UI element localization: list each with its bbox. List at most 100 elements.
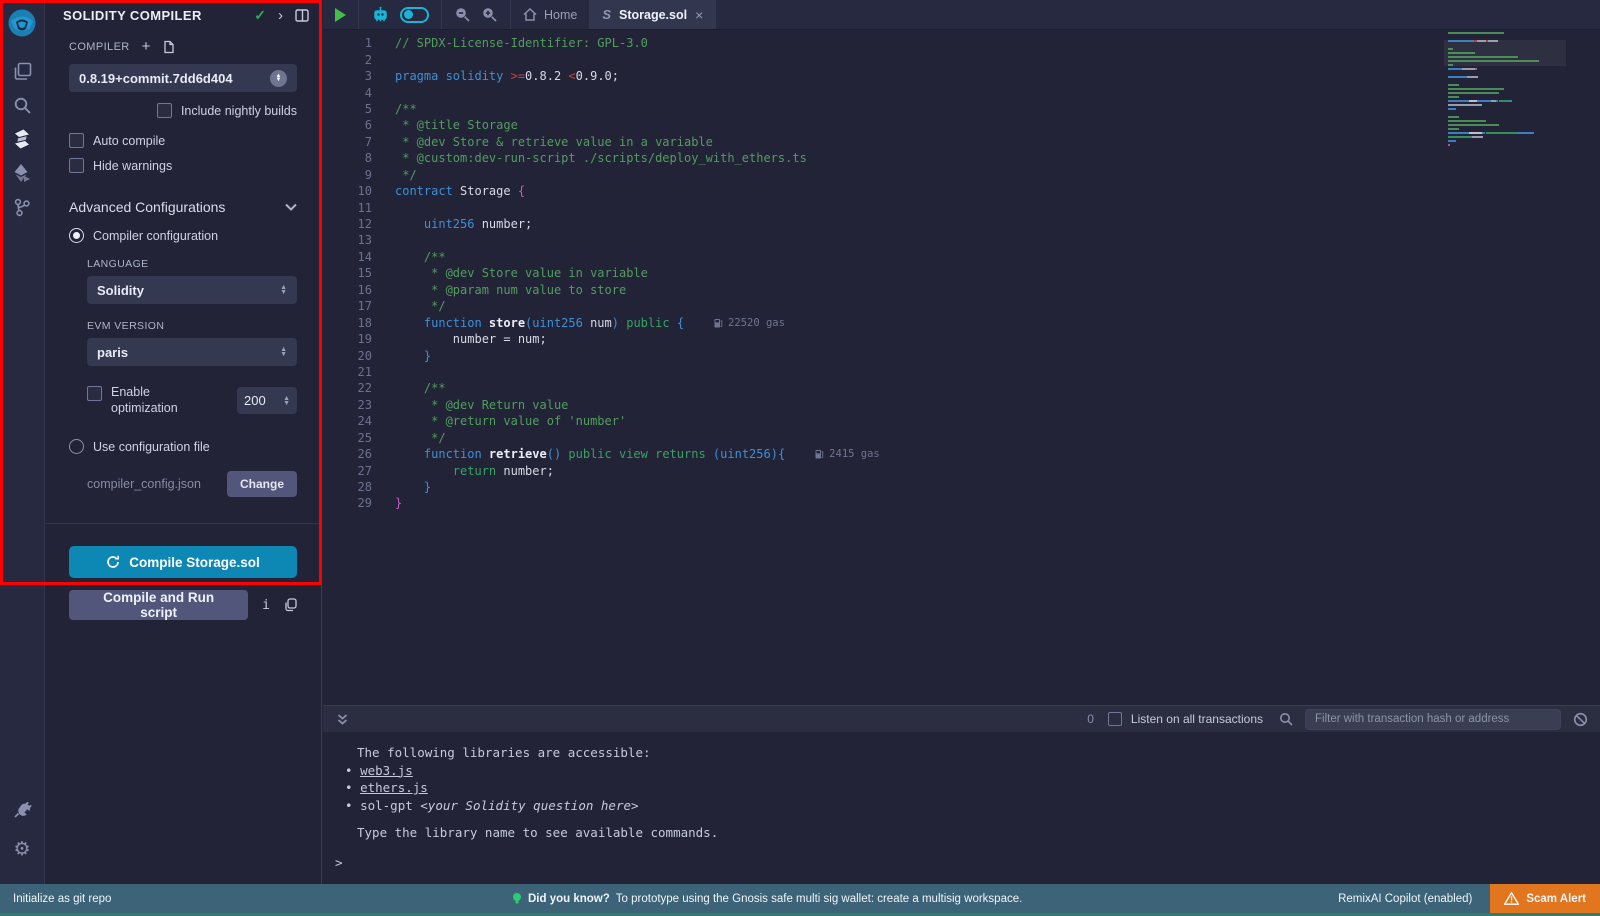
compiler-configuration-radio[interactable] bbox=[69, 228, 84, 243]
code-text: * @title Storage bbox=[372, 118, 518, 132]
ai-robot-icon[interactable] bbox=[371, 6, 390, 23]
search-icon[interactable] bbox=[0, 88, 45, 122]
zoom-section bbox=[442, 0, 511, 29]
version-stepper-icon[interactable]: ▲▼ bbox=[270, 70, 287, 87]
run-compile-chevron-icon[interactable]: › bbox=[278, 8, 283, 23]
terminal-line: The following libraries are accessible: bbox=[335, 744, 1600, 762]
zoom-out-icon[interactable] bbox=[454, 6, 471, 23]
line-number: 13 bbox=[323, 233, 372, 247]
runs-stepper-icon[interactable]: ▲▼ bbox=[283, 396, 290, 406]
code-line: 18 function store(uint256 num) public {2… bbox=[323, 314, 1600, 330]
code-text: * @dev Store & retrieve value in a varia… bbox=[372, 135, 713, 149]
lightbulb-icon bbox=[512, 892, 522, 906]
file-explorer-icon[interactable] bbox=[0, 54, 45, 88]
code-editor[interactable]: 1// SPDX-License-Identifier: GPL-3.023pr… bbox=[323, 30, 1600, 705]
solidity-compiler-icon[interactable] bbox=[0, 122, 45, 156]
gas-pump-icon bbox=[815, 449, 824, 459]
tip-bold: Did you know? bbox=[528, 893, 610, 905]
home-icon bbox=[523, 8, 537, 21]
line-number: 27 bbox=[323, 464, 372, 478]
listen-transactions-checkbox[interactable] bbox=[1108, 712, 1122, 726]
compiler-version-select[interactable]: 0.8.19+commit.7dd6d404 ▲▼ bbox=[69, 64, 297, 92]
code-text: /** bbox=[372, 381, 446, 395]
use-configuration-file-radio[interactable] bbox=[69, 439, 84, 454]
line-number: 2 bbox=[323, 53, 372, 67]
nightly-builds-checkbox[interactable] bbox=[157, 103, 172, 118]
minimap[interactable] bbox=[1448, 32, 1562, 148]
git-icon[interactable] bbox=[0, 190, 45, 224]
pin-panel-icon[interactable] bbox=[295, 9, 309, 22]
compile-button[interactable]: Compile Storage.sol bbox=[69, 546, 297, 578]
import-compiler-icon[interactable] bbox=[162, 40, 175, 54]
editor-topbar: Home S Storage.sol × bbox=[323, 0, 1600, 30]
enable-optimization-checkbox[interactable] bbox=[87, 386, 102, 401]
compile-success-check-icon: ✓ bbox=[254, 7, 266, 24]
line-number: 9 bbox=[323, 168, 372, 182]
terminal-library-link[interactable]: web3.js bbox=[335, 762, 1600, 780]
terminal-library-link[interactable]: ethers.js bbox=[335, 779, 1600, 797]
line-number: 21 bbox=[323, 365, 372, 379]
advanced-configurations-label: Advanced Configurations bbox=[69, 199, 285, 215]
code-line: 7 * @dev Store & retrieve value in a var… bbox=[323, 134, 1600, 150]
line-number: 11 bbox=[323, 201, 372, 215]
code-text: } bbox=[372, 496, 402, 510]
compiler-version-value: 0.8.19+commit.7dd6d404 bbox=[79, 71, 270, 86]
close-tab-icon[interactable]: × bbox=[695, 7, 703, 23]
terminal-prompt[interactable]: > bbox=[335, 855, 343, 870]
optimization-runs-input[interactable]: 200 ▲▼ bbox=[237, 387, 297, 414]
clear-console-icon[interactable] bbox=[1573, 712, 1588, 727]
deploy-run-icon[interactable] bbox=[0, 156, 45, 190]
warning-icon bbox=[1504, 892, 1519, 905]
code-line: 15 * @dev Store value in variable bbox=[323, 265, 1600, 281]
evm-version-value: paris bbox=[97, 345, 280, 360]
remix-ide-window: ⚙ SOLIDITY COMPILER ✓ › COMPILER + bbox=[0, 0, 1600, 916]
collapse-terminal-icon[interactable] bbox=[336, 713, 349, 726]
refresh-icon bbox=[106, 555, 120, 569]
statusbar-right: RemixAI Copilot (enabled) Scam Alert bbox=[1338, 884, 1600, 913]
code-text: // SPDX-License-Identifier: GPL-3.0 bbox=[372, 36, 648, 50]
plugin-manager-icon[interactable] bbox=[0, 792, 45, 826]
change-config-button[interactable]: Change bbox=[227, 471, 297, 497]
search-transactions-icon[interactable] bbox=[1279, 712, 1293, 726]
line-number: 6 bbox=[323, 118, 372, 132]
code-line: 9 */ bbox=[323, 167, 1600, 183]
code-text: * @return value of 'number' bbox=[372, 414, 626, 428]
copilot-toggle[interactable] bbox=[400, 7, 429, 23]
line-number: 7 bbox=[323, 135, 372, 149]
line-number: 15 bbox=[323, 266, 372, 280]
select-carets-icon: ▲▼ bbox=[280, 285, 287, 295]
terminal-output[interactable]: The following libraries are accessible:w… bbox=[323, 732, 1600, 884]
add-custom-compiler-icon[interactable]: + bbox=[142, 38, 151, 55]
language-select[interactable]: Solidity ▲▼ bbox=[87, 276, 297, 304]
code-line: 13 bbox=[323, 232, 1600, 248]
play-icon[interactable] bbox=[335, 8, 346, 22]
zoom-in-icon[interactable] bbox=[481, 6, 498, 23]
home-label: Home bbox=[544, 8, 577, 22]
terminal-toolbar: 0 Listen on all transactions bbox=[323, 705, 1600, 732]
tab-home[interactable]: Home bbox=[511, 0, 590, 29]
info-icon[interactable]: i bbox=[262, 598, 270, 613]
scam-alert-button[interactable]: Scam Alert bbox=[1490, 884, 1600, 913]
copilot-status[interactable]: RemixAI Copilot (enabled) bbox=[1338, 893, 1472, 905]
line-number: 1 bbox=[323, 36, 372, 50]
auto-compile-checkbox[interactable] bbox=[69, 133, 84, 148]
line-number: 26 bbox=[323, 447, 372, 461]
compile-and-run-button[interactable]: Compile and Run script bbox=[69, 590, 248, 620]
git-init-status[interactable]: Initialize as git repo bbox=[0, 893, 111, 905]
code-line: 28 } bbox=[323, 479, 1600, 495]
code-line: 3pragma solidity >=0.8.2 <0.9.0; bbox=[323, 68, 1600, 84]
line-number: 24 bbox=[323, 414, 372, 428]
hide-warnings-checkbox[interactable] bbox=[69, 158, 84, 173]
code-text: pragma solidity >=0.8.2 <0.9.0; bbox=[372, 69, 619, 83]
evm-version-select[interactable]: paris ▲▼ bbox=[87, 338, 297, 366]
tab-storage-sol[interactable]: S Storage.sol × bbox=[590, 0, 716, 29]
copy-icon[interactable] bbox=[284, 598, 297, 612]
settings-icon[interactable]: ⚙ bbox=[0, 832, 45, 866]
code-text: /** bbox=[372, 250, 446, 264]
transaction-filter-input[interactable] bbox=[1305, 709, 1561, 730]
line-number: 18 bbox=[323, 316, 372, 330]
remix-logo[interactable] bbox=[0, 6, 45, 40]
optimization-runs-value: 200 bbox=[244, 393, 283, 408]
advanced-configurations-toggle[interactable]: Advanced Configurations bbox=[69, 199, 297, 215]
gas-pump-icon bbox=[714, 318, 723, 328]
